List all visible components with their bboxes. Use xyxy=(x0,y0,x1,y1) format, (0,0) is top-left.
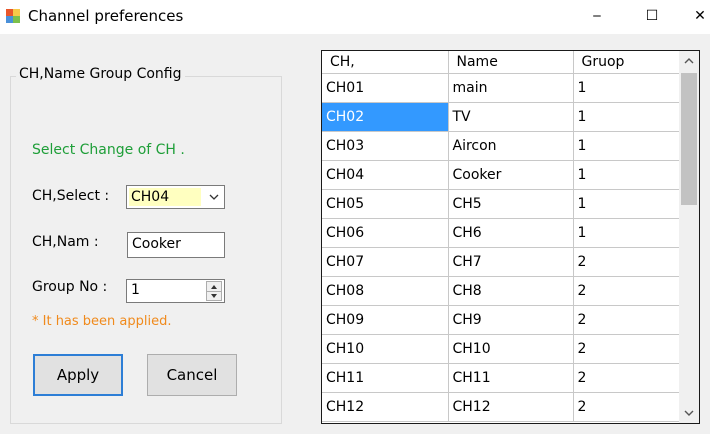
window-title: Channel preferences xyxy=(28,7,184,25)
table-row[interactable]: CH10 CH10 2 xyxy=(322,334,680,364)
cell-group[interactable]: 1 xyxy=(573,131,680,161)
cell-name[interactable]: Cooker xyxy=(448,160,574,190)
minimize-button[interactable]: ‒ xyxy=(582,6,612,26)
title-bar: Channel preferences ‒ ☐ ✕ xyxy=(0,0,710,34)
channel-grid[interactable]: CH, Name Gruop CH01 main 1 CH02 TV 1 CH03 Air… xyxy=(321,50,700,424)
cell-group[interactable]: 1 xyxy=(573,189,680,219)
app-icon xyxy=(6,9,20,23)
cell-ch[interactable]: CH09 xyxy=(322,305,449,335)
table-row[interactable]: CH09 CH9 2 xyxy=(322,305,680,335)
cell-ch[interactable]: CH10 xyxy=(322,334,449,364)
cell-group[interactable]: 2 xyxy=(573,305,680,335)
close-button[interactable]: ✕ xyxy=(690,6,710,26)
scroll-up-icon[interactable] xyxy=(679,51,699,71)
chevron-down-icon xyxy=(209,194,219,200)
cell-group[interactable]: 2 xyxy=(573,334,680,364)
cell-ch[interactable]: CH12 xyxy=(322,392,449,422)
column-header-group[interactable]: Gruop xyxy=(573,51,680,74)
cell-group[interactable]: 2 xyxy=(573,363,680,393)
cell-name[interactable]: main xyxy=(448,73,574,103)
ch-select-combobox[interactable]: CH04 xyxy=(126,185,225,209)
table-row[interactable]: CH08 CH8 2 xyxy=(322,276,680,306)
table-row[interactable]: CH02 TV 1 xyxy=(322,102,680,132)
cell-group[interactable]: 1 xyxy=(573,73,680,103)
table-row[interactable]: CH05 CH5 1 xyxy=(322,189,680,219)
cell-group[interactable]: 1 xyxy=(573,102,680,132)
column-header-ch[interactable]: CH, xyxy=(322,51,449,74)
cell-ch[interactable]: CH07 xyxy=(322,247,449,277)
spin-buttons xyxy=(206,281,222,301)
table-row[interactable]: CH11 CH11 2 xyxy=(322,363,680,393)
cell-group[interactable]: 2 xyxy=(573,392,680,422)
table-row[interactable]: CH04 Cooker 1 xyxy=(322,160,680,190)
cell-name[interactable]: CH12 xyxy=(448,392,574,422)
table-row[interactable]: CH03 Aircon 1 xyxy=(322,131,680,161)
cell-ch[interactable]: CH05 xyxy=(322,189,449,219)
cell-name[interactable]: CH10 xyxy=(448,334,574,364)
cancel-button[interactable]: Cancel xyxy=(147,354,237,396)
cell-name[interactable]: CH8 xyxy=(448,276,574,306)
cell-group[interactable]: 2 xyxy=(573,247,680,277)
vertical-scrollbar[interactable] xyxy=(679,51,699,423)
cell-name[interactable]: TV xyxy=(448,102,574,132)
scroll-down-icon[interactable] xyxy=(679,403,699,423)
ch-name-input[interactable]: Cooker xyxy=(127,232,225,258)
table-row[interactable]: CH06 CH6 1 xyxy=(322,218,680,248)
cell-name[interactable]: CH11 xyxy=(448,363,574,393)
cell-name[interactable]: CH7 xyxy=(448,247,574,277)
cell-name[interactable]: CH5 xyxy=(448,189,574,219)
ch-select-value: CH04 xyxy=(129,188,201,206)
cell-group[interactable]: 1 xyxy=(573,160,680,190)
cell-group[interactable]: 1 xyxy=(573,218,680,248)
ch-select-label: CH,Select : xyxy=(32,188,110,204)
cell-group[interactable]: 2 xyxy=(573,276,680,306)
column-header-name[interactable]: Name xyxy=(448,51,574,74)
cell-name[interactable]: Aircon xyxy=(448,131,574,161)
group-no-value: 1 xyxy=(131,282,140,298)
table-row[interactable]: CH12 CH12 2 xyxy=(322,392,680,422)
cell-ch-selected[interactable]: CH02 xyxy=(322,102,449,132)
cell-ch[interactable]: CH08 xyxy=(322,276,449,306)
groupbox-title: CH,Name Group Config xyxy=(16,66,185,82)
group-no-stepper[interactable]: 1 xyxy=(126,279,225,303)
cell-ch[interactable]: CH04 xyxy=(322,160,449,190)
cell-ch[interactable]: CH03 xyxy=(322,131,449,161)
table-row[interactable]: CH07 CH7 2 xyxy=(322,247,680,277)
spin-up-icon[interactable] xyxy=(207,282,221,291)
channel-table: CH, Name Gruop CH01 main 1 CH02 TV 1 CH03 Air… xyxy=(322,51,680,422)
cell-ch[interactable]: CH01 xyxy=(322,73,449,103)
cell-name[interactable]: CH9 xyxy=(448,305,574,335)
cell-ch[interactable]: CH11 xyxy=(322,363,449,393)
select-hint: Select Change of CH . xyxy=(32,142,185,158)
maximize-button[interactable]: ☐ xyxy=(637,6,667,26)
applied-note: * It has been applied. xyxy=(32,314,172,329)
cell-ch[interactable]: CH06 xyxy=(322,218,449,248)
ch-name-label: CH,Nam : xyxy=(32,234,99,250)
apply-button[interactable]: Apply xyxy=(33,354,123,396)
group-no-label: Group No : xyxy=(32,279,108,295)
table-row[interactable]: CH01 main 1 xyxy=(322,73,680,103)
cell-name[interactable]: CH6 xyxy=(448,218,574,248)
table-header-row: CH, Name Gruop xyxy=(322,51,680,74)
spin-down-icon[interactable] xyxy=(207,291,221,301)
scrollbar-thumb[interactable] xyxy=(681,73,697,205)
